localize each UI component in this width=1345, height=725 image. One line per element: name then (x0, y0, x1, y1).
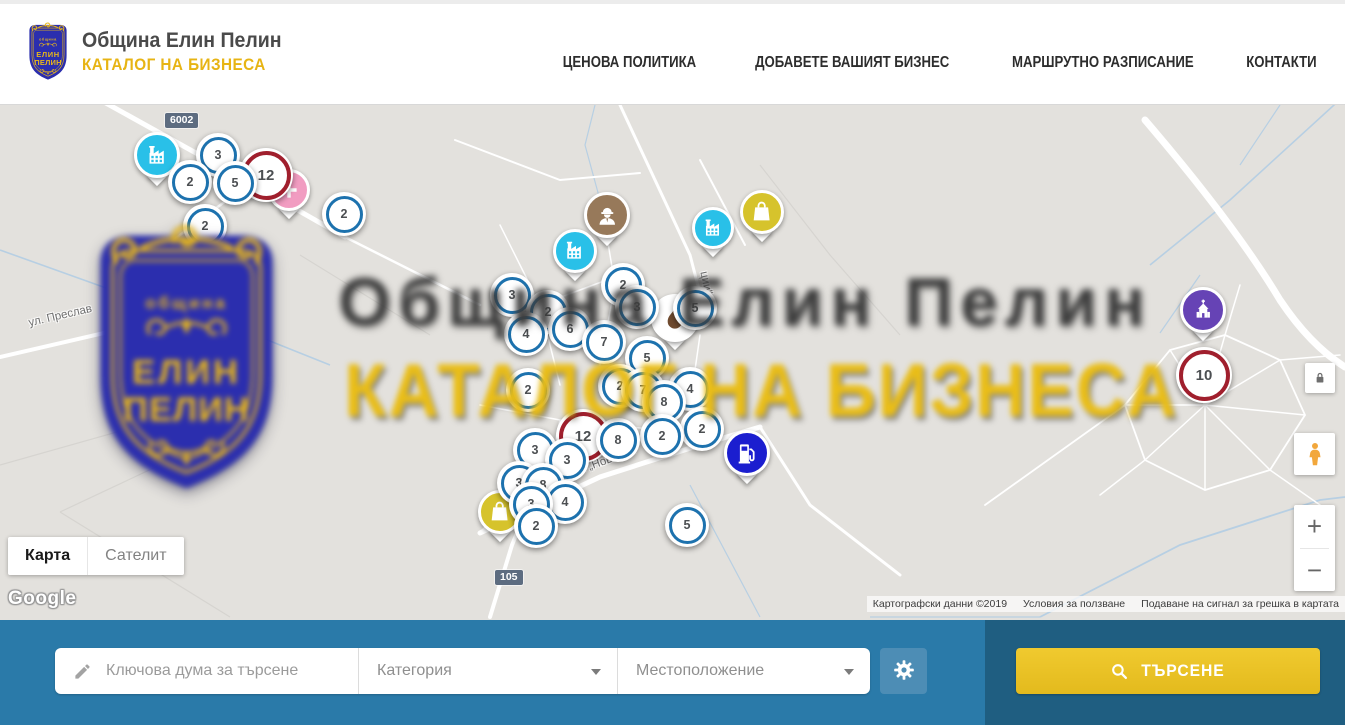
location-select-label: Местоположение (636, 662, 764, 680)
search-form: Категория Местоположение (55, 648, 870, 694)
map-marker-pin-fuel[interactable] (724, 430, 770, 476)
road-badge: 105 (495, 570, 523, 585)
search-panel: Категория Местоположение ТЪРСЕНЕ (0, 620, 1345, 725)
fuel-icon (733, 439, 762, 468)
chevron-down-icon (844, 669, 854, 675)
location-select[interactable]: Местоположение (617, 648, 870, 694)
map-marker-cluster[interactable]: 8 (596, 418, 640, 462)
map-marker-cluster[interactable]: 2 (640, 414, 684, 458)
lock-icon[interactable] (1305, 363, 1335, 393)
factory-icon (700, 215, 726, 241)
nav-item-2[interactable]: МАРШРУТНО РАЗПИСАНИЕ (1013, 54, 1195, 72)
brand[interactable]: община ЕЛИН ПЕЛИН Община Елин Пелин КАТА… (24, 21, 297, 83)
svg-text:ПЕЛИН: ПЕЛИН (34, 58, 61, 67)
map-marker-cluster[interactable]: 2 (322, 192, 366, 236)
svg-text:община: община (39, 38, 57, 42)
google-logo[interactable]: Google (8, 588, 76, 610)
factory-icon (143, 141, 172, 170)
search-button[interactable]: ТЪРСЕНЕ (1016, 648, 1320, 694)
pencil-icon (73, 662, 92, 681)
shopping-bag-icon (748, 198, 775, 225)
worker-icon (593, 201, 622, 230)
keyword-field-wrap (55, 648, 358, 694)
map-marker-cluster[interactable]: 7 (582, 320, 626, 364)
svg-text:ЕЛИН: ЕЛИН (36, 50, 60, 59)
map-marker-cluster[interactable]: 5 (665, 503, 709, 547)
zoom-out-button[interactable]: − (1294, 549, 1335, 592)
map-marker-cluster[interactable]: 10 (1176, 347, 1232, 403)
map-marker-cluster[interactable]: 4 (504, 312, 548, 356)
map-marker-pin-factory[interactable] (692, 207, 734, 249)
map-type-control: Карта Сателит (8, 537, 184, 575)
map-marker-cluster[interactable]: 2 (506, 368, 550, 412)
map-marker-cluster[interactable]: 3 (615, 285, 659, 329)
municipality-logo-icon: община ЕЛИН ПЕЛИН (24, 21, 72, 83)
category-select[interactable]: Категория (358, 648, 617, 694)
search-button-label: ТЪРСЕНЕ (1141, 662, 1224, 681)
site-header: община ЕЛИН ПЕЛИН Община Елин Пелин КАТА… (0, 0, 1345, 105)
map-marker-pin-church[interactable] (1180, 287, 1226, 333)
map-marker-cluster[interactable]: 5 (673, 286, 717, 330)
factory-icon (561, 237, 588, 264)
nav-item-0[interactable]: ЦЕНОВА ПОЛИТИКА (563, 54, 696, 72)
chevron-down-icon (591, 669, 601, 675)
terms-link[interactable]: Условия за ползване (1023, 598, 1125, 610)
pegman-icon[interactable] (1294, 433, 1335, 475)
map-marker-pin-factory[interactable] (553, 229, 597, 273)
search-icon (1110, 662, 1129, 681)
road-badge: 6002 (165, 113, 198, 128)
site-subtitle: КАТАЛОГ НА БИЗНЕСА (82, 55, 275, 75)
map-marker-cluster[interactable]: 5 (213, 161, 257, 205)
map-marker-cluster[interactable]: 2 (168, 160, 212, 204)
advanced-settings-button[interactable] (880, 648, 927, 694)
nav-item-1[interactable]: ДОБАВЕТЕ ВАШИЯТ БИЗНЕС (755, 54, 949, 72)
main-nav: ЦЕНОВА ПОЛИТИКА ДОБАВЕТЕ ВАШИЯТ БИЗНЕС МАР… (551, 54, 1323, 72)
satellite-button[interactable]: Сателит (87, 537, 183, 575)
zoom-in-button[interactable]: + (1294, 505, 1335, 548)
map-button[interactable]: Карта (8, 537, 87, 575)
map-marker-cluster[interactable]: 2 (514, 504, 558, 548)
site-title: Община Елин Пелин (82, 29, 282, 53)
map-attribution: Картографски данни ©2019 Условия за полз… (867, 596, 1345, 612)
map-marker-cluster[interactable]: 2 (680, 407, 724, 451)
gear-icon (892, 658, 916, 685)
category-select-label: Категория (377, 662, 452, 680)
zoom-control: + − (1294, 505, 1335, 591)
attribution-copyright: Картографски данни ©2019 (873, 598, 1007, 610)
keyword-search-input[interactable] (104, 661, 338, 681)
nav-item-3[interactable]: КОНТАКТИ (1246, 54, 1316, 72)
map-canvas[interactable]: ул. Преславбул. „Новоселции" 6002105 (0, 105, 1345, 620)
map-marker-pin-shopping-bag[interactable] (740, 190, 784, 234)
page: община ЕЛИН ПЕЛИН Община Елин Пелин КАТА… (0, 0, 1345, 725)
church-icon (1189, 296, 1218, 325)
map-marker-cluster[interactable]: 2 (183, 204, 227, 248)
report-error-link[interactable]: Подаване на сигнал за грешка в картата (1141, 598, 1339, 610)
